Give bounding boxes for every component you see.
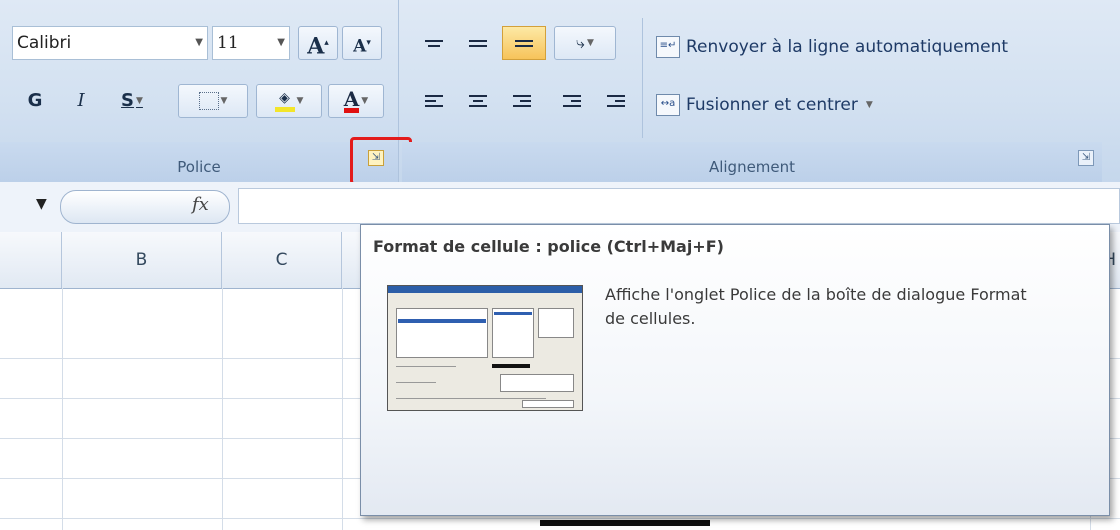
borders-button[interactable]: ▼ bbox=[178, 84, 248, 118]
bold-button[interactable]: G bbox=[18, 84, 52, 118]
column-header-a[interactable] bbox=[0, 232, 62, 288]
chevron-down-icon[interactable]: ▼ bbox=[587, 38, 594, 48]
divider bbox=[642, 18, 643, 138]
merge-center-button[interactable]: ↔a Fusionner et centrer ▼ bbox=[656, 94, 873, 116]
chevron-down-icon[interactable]: ▼ bbox=[221, 96, 228, 106]
grid-line bbox=[0, 518, 1120, 519]
shrink-font-label: A bbox=[353, 36, 367, 57]
align-center-icon bbox=[469, 92, 487, 110]
alignment-group: ⤷ ▼ ≡↵ Renvoyer à la ligne automatiquement… bbox=[402, 0, 1102, 182]
font-group: Calibri ▼ 11 ▼ A▴ A▾ G I S ▼ ▼ ◈ ▼ A ▼ P… bbox=[0, 0, 412, 185]
align-middle-button[interactable] bbox=[458, 26, 498, 60]
text-orientation-icon: ⤷ bbox=[576, 33, 586, 52]
font-color-button[interactable]: A ▼ bbox=[328, 84, 384, 118]
merge-center-icon: ↔a bbox=[656, 94, 680, 116]
paint-bucket-icon: ◈ bbox=[274, 91, 295, 112]
selection-border bbox=[540, 520, 710, 526]
italic-button[interactable]: I bbox=[64, 84, 98, 118]
align-bottom-button[interactable] bbox=[502, 26, 546, 60]
column-header-c[interactable]: C bbox=[222, 232, 342, 288]
wrap-text-button[interactable]: ≡↵ Renvoyer à la ligne automatiquement bbox=[656, 36, 1008, 58]
chevron-down-icon[interactable]: ▼ bbox=[195, 27, 203, 59]
merge-center-label: Fusionner et centrer bbox=[686, 95, 858, 115]
italic-label: I bbox=[77, 90, 85, 111]
font-name-combo[interactable]: Calibri ▼ bbox=[12, 26, 208, 60]
underline-label: S bbox=[121, 90, 135, 111]
ribbon: Calibri ▼ 11 ▼ A▴ A▾ G I S ▼ ▼ ◈ ▼ A ▼ P… bbox=[0, 0, 1120, 185]
bold-label: G bbox=[27, 90, 43, 111]
align-bottom-icon bbox=[515, 37, 533, 50]
underline-button[interactable]: S ▼ bbox=[110, 84, 154, 118]
font-size-value: 11 bbox=[217, 33, 239, 53]
column-header-b[interactable]: B bbox=[62, 232, 222, 288]
chevron-down-icon[interactable]: ▼ bbox=[136, 96, 143, 106]
decrease-indent-button[interactable] bbox=[552, 84, 592, 118]
orientation-button[interactable]: ⤷ ▼ bbox=[554, 26, 616, 60]
align-middle-icon bbox=[469, 37, 487, 50]
grow-font-button[interactable]: A▴ bbox=[298, 26, 338, 60]
screentip: Format de cellule : police (Ctrl+Maj+F) … bbox=[360, 224, 1110, 516]
wrap-text-icon: ≡↵ bbox=[656, 36, 680, 58]
alignment-dialog-launcher-icon[interactable]: ⇲ bbox=[1078, 150, 1094, 166]
align-right-icon bbox=[513, 92, 531, 110]
font-size-combo[interactable]: 11 ▼ bbox=[212, 26, 290, 60]
font-group-label: Police bbox=[177, 158, 221, 176]
font-name-value: Calibri bbox=[17, 33, 72, 53]
chevron-down-icon[interactable]: ▼ bbox=[277, 27, 285, 59]
screentip-description: Affiche l'onglet Police de la boîte de d… bbox=[605, 285, 1027, 328]
formula-input[interactable] bbox=[238, 188, 1120, 224]
chevron-down-icon[interactable]: ▼ bbox=[361, 96, 368, 106]
align-left-button[interactable] bbox=[414, 84, 454, 118]
font-color-label: A bbox=[343, 86, 360, 111]
shrink-font-button[interactable]: A▾ bbox=[342, 26, 382, 60]
font-color-icon: A bbox=[343, 86, 360, 113]
align-top-icon bbox=[425, 37, 443, 50]
borders-icon bbox=[198, 92, 219, 110]
align-top-button[interactable] bbox=[414, 26, 454, 60]
align-center-button[interactable] bbox=[458, 84, 498, 118]
dialog-preview-image bbox=[387, 285, 583, 411]
fill-color-button[interactable]: ◈ ▼ bbox=[256, 84, 322, 118]
grid-line bbox=[342, 288, 343, 530]
screentip-title: Format de cellule : police (Ctrl+Maj+F) bbox=[373, 237, 724, 256]
grid-line bbox=[62, 288, 63, 530]
chevron-down-icon[interactable]: ▼ bbox=[866, 100, 873, 110]
align-right-button[interactable] bbox=[502, 84, 542, 118]
decrease-indent-icon bbox=[563, 92, 581, 110]
increase-indent-icon bbox=[607, 92, 625, 110]
insert-function-icon[interactable]: fx bbox=[192, 194, 209, 215]
chevron-down-icon[interactable]: ▼ bbox=[297, 96, 304, 106]
grow-font-label: A bbox=[307, 33, 325, 60]
alignment-group-label: Alignement bbox=[708, 158, 796, 176]
increase-indent-button[interactable] bbox=[596, 84, 636, 118]
grid-line bbox=[222, 288, 223, 530]
align-left-icon bbox=[425, 92, 443, 110]
wrap-text-label: Renvoyer à la ligne automatiquement bbox=[686, 37, 1009, 57]
namebox-dropdown-icon[interactable]: ▼ bbox=[36, 196, 47, 212]
